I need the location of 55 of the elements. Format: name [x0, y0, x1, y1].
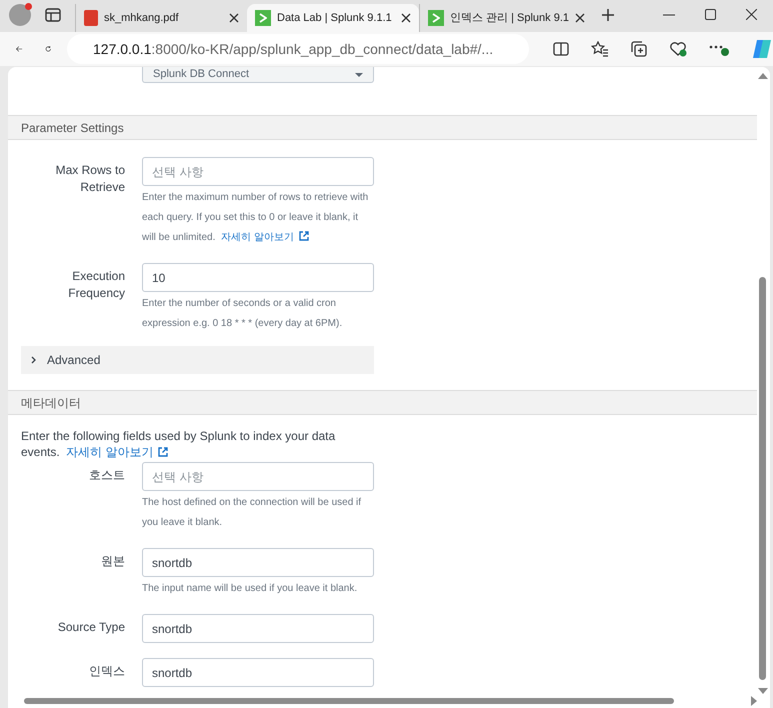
chevron-logo-icon — [255, 10, 271, 26]
intro-text: Enter the following fields used by Splunk to index your data events. 자세히 알아보기 — [21, 428, 336, 460]
close-icon[interactable] — [746, 9, 757, 20]
field-label: Source Type — [56, 619, 125, 636]
heart-pulse-icon[interactable] — [669, 41, 687, 57]
learn-more-link[interactable]: 자세히 알아보기 — [66, 445, 168, 459]
field-label: Max Rows to Retrieve — [54, 162, 125, 196]
url-text: 127.0.0.1:8000/ko-KR/app/splunk_app_db_connect/data_lab#/... — [93, 40, 494, 59]
external-link-icon — [298, 231, 309, 241]
tab-title: Data Lab | Splunk 9.1.1 — [277, 10, 393, 26]
field-label: 원본 — [100, 553, 125, 570]
maximize-icon[interactable] — [705, 9, 716, 20]
help-text: The input name will be used if you leave it blank. — [142, 582, 358, 596]
scroll-right-icon[interactable] — [751, 696, 757, 706]
text-input[interactable]: 10 — [142, 263, 374, 292]
new-tab-icon[interactable] — [601, 8, 615, 22]
scroll-thumb[interactable] — [24, 698, 674, 704]
close-tab-icon[interactable] — [401, 13, 411, 23]
scroll-thumb[interactable] — [759, 277, 766, 680]
advanced-toggle[interactable]: Advanced — [21, 346, 374, 374]
help-text: The host defined on the connection will be used if you leave it blank. — [142, 496, 362, 530]
browser-tab[interactable]: Data Lab | Splunk 9.1.1 — [247, 4, 419, 32]
dropdown-select[interactable]: Splunk DB Connect — [142, 67, 374, 83]
field-label: Execution Frequency — [67, 268, 125, 302]
scroll-down-icon[interactable] — [758, 688, 768, 694]
close-tab-icon[interactable] — [229, 13, 239, 23]
help-text: Enter the maximum number of rows to retrieve with each query. If you set this to 0 or leave it blank, it will be unlimited. 자세히 알아보기 — [142, 191, 370, 245]
text-input[interactable]: snortdb — [142, 614, 374, 643]
profile-avatar[interactable] — [9, 4, 31, 26]
tab-title: sk_mhkang.pdf — [104, 10, 180, 26]
favorites-list-icon[interactable] — [591, 41, 609, 57]
field-label: 호스트 — [88, 467, 125, 484]
caret-icon — [355, 72, 363, 76]
tab-title: 인덱스 관리 | Splunk 9.1 — [450, 10, 570, 26]
help-text: Enter the number of seconds or a valid cron expression e.g. 0 18 * * * (every day at 6PM). — [142, 297, 344, 331]
external-link-icon — [158, 447, 168, 457]
section-title: 메타데이터 — [21, 394, 81, 412]
chevron-logo-icon — [428, 10, 444, 26]
address-bar[interactable]: 127.0.0.1:8000/ko-KR/app/splunk_app_db_connect/data_lab#/... — [67, 34, 529, 64]
field-label: 인덱스 — [88, 663, 125, 680]
split-screen-icon[interactable] — [553, 42, 569, 56]
chevron-right-icon — [31, 356, 37, 364]
pdf-file-icon — [84, 10, 98, 26]
scroll-up-icon[interactable] — [758, 73, 768, 79]
text-input[interactable]: snortdb — [142, 548, 374, 577]
collections-icon[interactable] — [631, 41, 647, 57]
text-input[interactable]: 선택 사항 — [142, 462, 374, 491]
learn-more-link[interactable]: 자세히 알아보기 — [221, 232, 309, 243]
text-input[interactable]: snortdb — [142, 658, 374, 687]
section-title: Parameter Settings — [21, 120, 124, 136]
close-tab-icon[interactable] — [575, 13, 586, 23]
minimize-icon[interactable] — [663, 14, 675, 16]
text-input[interactable]: 선택 사항 — [142, 157, 374, 186]
tab-actions-icon[interactable] — [45, 8, 61, 22]
copilot-icon[interactable] — [751, 38, 773, 60]
